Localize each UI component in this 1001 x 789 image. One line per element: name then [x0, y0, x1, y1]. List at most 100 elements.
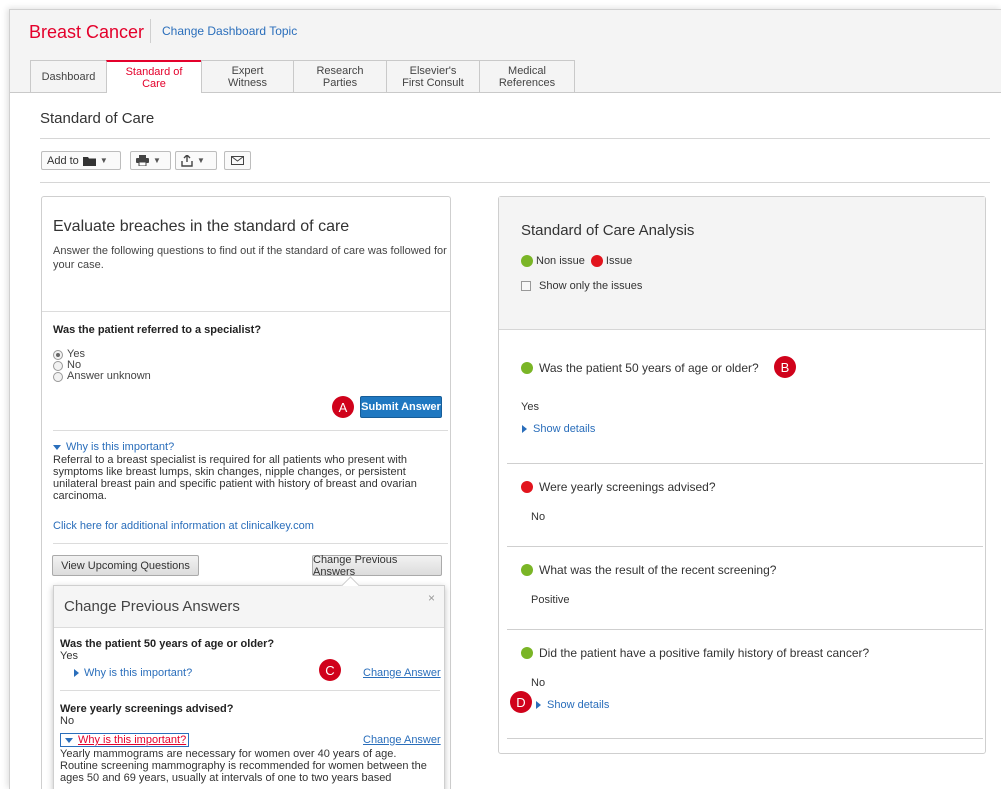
change-previous-answers-popover: Change Previous Answers × Was the patien…	[53, 576, 445, 789]
printer-icon	[136, 155, 149, 166]
callout-marker-c: C	[319, 659, 341, 681]
red-dot-icon	[590, 255, 603, 267]
radio-icon	[53, 371, 63, 382]
view-upcoming-questions-button[interactable]: View Upcoming Questions	[52, 555, 199, 576]
previous-question: Was the patient 50 years of age or older…	[60, 638, 275, 650]
page-title: Standard of Care	[40, 110, 155, 127]
analysis-answer: No	[531, 511, 546, 523]
question-text: What was the result of the recent screen…	[539, 563, 777, 577]
divider	[40, 182, 990, 183]
app-window: Breast Cancer Change Dashboard Topic Das…	[9, 9, 1001, 789]
radio-checked-icon	[53, 349, 63, 360]
callout-marker-a: A	[332, 396, 354, 418]
previous-answer: No	[60, 715, 75, 727]
divider	[507, 546, 983, 547]
why-label: Why is this important?	[78, 734, 187, 746]
divider	[40, 138, 990, 139]
divider	[53, 543, 448, 544]
tab-dashboard[interactable]: Dashboard	[30, 60, 107, 92]
chevron-down-icon: ▼	[153, 156, 161, 165]
title-divider	[150, 19, 151, 43]
why-important-toggle[interactable]: Why is this important?	[60, 733, 190, 747]
current-question: Was the patient referred to a specialist…	[53, 324, 262, 336]
why-label: Why is this important?	[84, 667, 193, 679]
chevron-down-icon: ▼	[99, 156, 108, 165]
green-dot-icon	[521, 362, 533, 374]
previous-answer: Yes	[60, 650, 78, 662]
caret-down-icon	[65, 737, 73, 743]
folder-icon	[82, 156, 96, 166]
tab-first-consult[interactable]: Elsevier's First Consult	[386, 60, 480, 92]
question-text: Was the patient 50 years of age or older…	[539, 361, 759, 375]
green-dot-icon	[521, 255, 533, 267]
add-to-button[interactable]: Add to ▼	[41, 151, 121, 170]
question-text: Did the patient have a positive family h…	[539, 646, 870, 660]
details-label: Show details	[533, 423, 596, 435]
analysis-answer: Yes	[521, 401, 539, 413]
show-details-link[interactable]: Show details	[522, 423, 595, 435]
tab-bar: Dashboard Standard of Care Expert Witnes…	[10, 52, 1001, 93]
change-topic-link[interactable]: Change Dashboard Topic	[162, 24, 297, 38]
email-button[interactable]	[224, 151, 251, 170]
why-important-toggle[interactable]: Why is this important?	[74, 667, 192, 679]
tab-label: Standard of Care	[125, 65, 183, 90]
details-label: Show details	[547, 699, 610, 711]
change-previous-answers-button[interactable]: Change Previous Answers	[312, 554, 442, 578]
divider	[53, 430, 448, 431]
tab-standard-of-care[interactable]: Standard of Care	[106, 60, 202, 93]
why-important-text: Referral to a breast specialist is requi…	[53, 454, 417, 502]
dashboard-title: Breast Cancer	[29, 22, 145, 42]
tab-research-parties[interactable]: Research Parties	[293, 60, 387, 92]
legend-non-issue: Non issue	[536, 255, 585, 267]
radio-icon	[53, 360, 63, 371]
green-dot-icon	[521, 647, 533, 659]
why-important-toggle[interactable]: Why is this important?	[53, 441, 174, 453]
answer-unknown-radio[interactable]: Answer unknown	[53, 371, 151, 382]
status-legend: Non issue Issue	[521, 255, 632, 267]
tab-label: Research Parties	[316, 64, 364, 89]
analysis-title: Standard of Care Analysis	[521, 222, 695, 239]
change-answer-link[interactable]: Change Answer	[363, 667, 441, 679]
evaluate-panel: Evaluate breaches in the standard of car…	[41, 196, 451, 789]
checkbox-icon	[521, 281, 531, 291]
why-label: Why is this important?	[66, 441, 175, 453]
add-to-label: Add to	[47, 154, 79, 167]
tab-expert-witness[interactable]: Expert Witness	[201, 60, 294, 92]
legend-issue: Issue	[605, 255, 633, 267]
analysis-question: What was the result of the recent screen…	[521, 563, 776, 577]
submit-answer-button[interactable]: Submit Answer	[360, 396, 442, 418]
divider	[60, 690, 440, 691]
popover-title: Change Previous Answers	[64, 598, 240, 615]
tab-label: Elsevier's First Consult	[402, 64, 464, 89]
top-bar: Breast Cancer Change Dashboard Topic	[10, 10, 1001, 52]
evaluate-description: Answer the following questions to find o…	[53, 245, 447, 271]
change-answer-link[interactable]: Change Answer	[363, 734, 441, 746]
divider	[507, 629, 983, 630]
tab-label: Medical References	[498, 64, 556, 89]
question-text: Were yearly screenings advised?	[539, 480, 716, 494]
export-button[interactable]: ▼	[175, 151, 217, 170]
tab-medical-references[interactable]: Medical References	[479, 60, 575, 92]
caret-right-icon	[522, 425, 527, 433]
analysis-header: Standard of Care Analysis Non issue Issu…	[499, 197, 985, 330]
export-icon	[181, 154, 193, 167]
analysis-question: Was the patient 50 years of age or older…	[521, 361, 759, 375]
show-only-issues-checkbox[interactable]: Show only the issues	[521, 280, 642, 292]
show-details-link[interactable]: Show details	[536, 699, 609, 711]
caret-right-icon	[536, 701, 541, 709]
close-icon[interactable]: ×	[428, 591, 435, 605]
previous-question: Were yearly screenings advised?	[60, 703, 234, 715]
envelope-icon	[231, 156, 244, 165]
green-dot-icon	[521, 564, 533, 576]
why-important-text: Yearly mammograms are necessary for wome…	[60, 748, 427, 784]
chevron-down-icon: ▼	[197, 156, 205, 165]
evaluate-title: Evaluate breaches in the standard of car…	[53, 218, 350, 235]
divider	[507, 738, 983, 739]
print-button[interactable]: ▼	[130, 151, 171, 170]
clinicalkey-link[interactable]: Click here for additional information at…	[53, 520, 314, 532]
popover-header: Change Previous Answers ×	[54, 586, 444, 628]
divider	[507, 463, 983, 464]
analysis-panel: Standard of Care Analysis Non issue Issu…	[498, 196, 986, 754]
callout-marker-d: D	[510, 691, 532, 713]
callout-marker-b: B	[774, 356, 796, 378]
